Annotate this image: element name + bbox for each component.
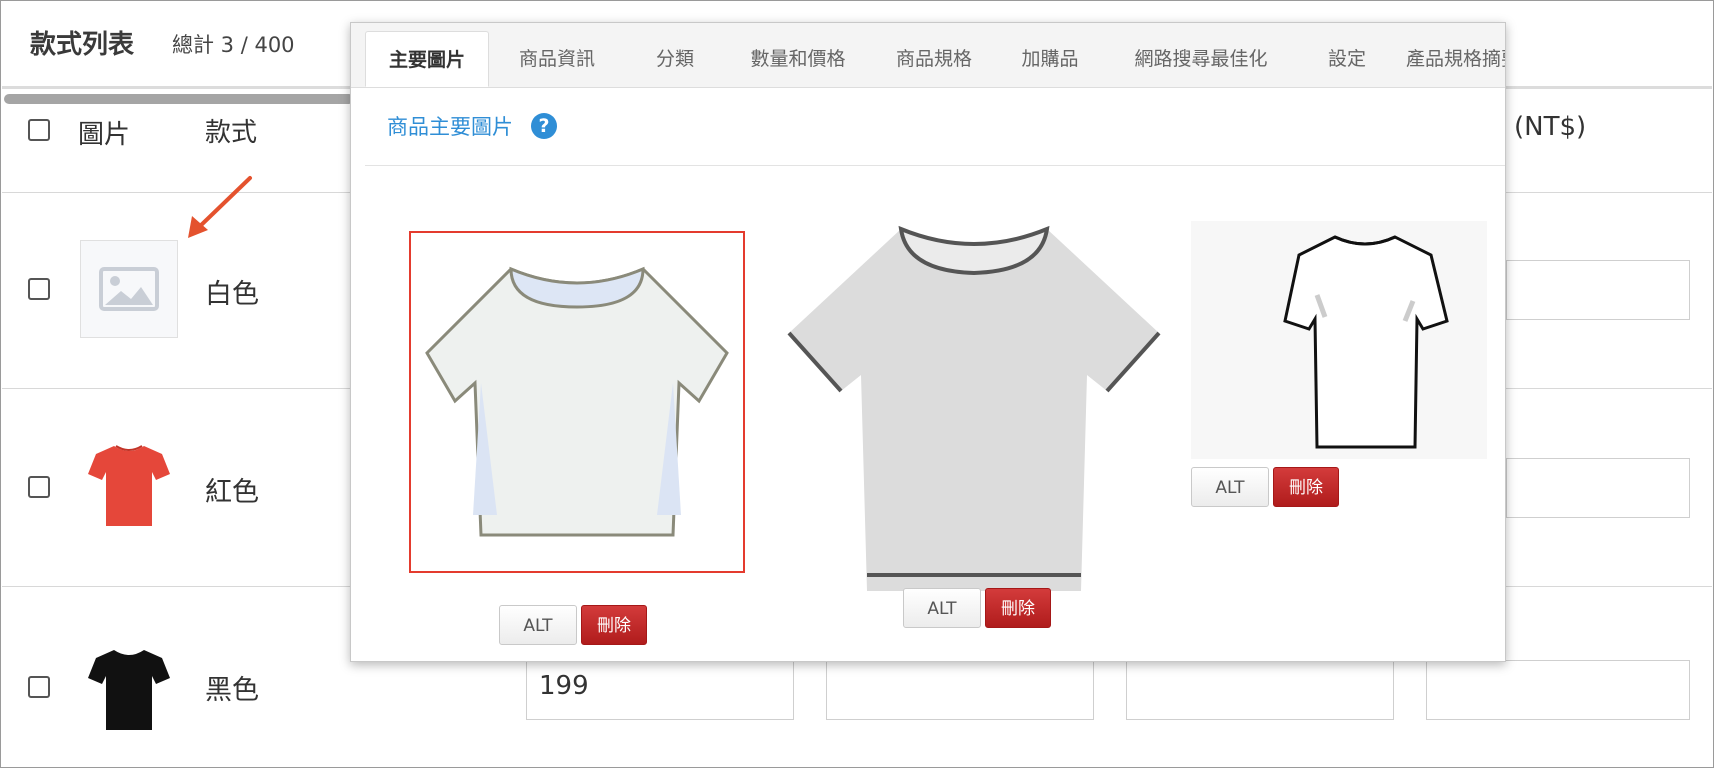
variant-total-count: 總計 3 / 400 <box>172 33 295 57</box>
price-input[interactable] <box>1506 458 1690 518</box>
delete-button[interactable]: 刪除 <box>581 605 647 645</box>
variant-field-input[interactable] <box>1426 660 1690 720</box>
gray-tshirt <box>787 225 1161 591</box>
horizontal-scrollbar[interactable] <box>4 94 354 104</box>
price-input[interactable] <box>1506 260 1690 320</box>
variant-field-input[interactable] <box>826 660 1094 720</box>
product-edit-dialog: 主要圖片 商品資訊 分類 數量和價格 商品規格 加購品 網路搜尋最佳化 設定 產… <box>350 22 1506 662</box>
image-placeholder-icon <box>99 267 159 311</box>
white-tshirt-outline <box>1283 235 1449 449</box>
red-tshirt-thumbnail[interactable] <box>86 442 172 530</box>
annotation-arrow-icon <box>188 176 252 238</box>
tab-quantity-price[interactable]: 數量和價格 <box>725 31 871 87</box>
tab-settings[interactable]: 設定 <box>1299 31 1395 87</box>
variant-field-input[interactable] <box>1126 660 1394 720</box>
help-icon[interactable]: ? <box>531 113 557 139</box>
delete-button[interactable]: 刪除 <box>1273 467 1339 507</box>
image-card[interactable] <box>1191 221 1487 459</box>
row-checkbox[interactable] <box>28 278 50 300</box>
divider <box>365 165 1505 166</box>
tab-product-info[interactable]: 商品資訊 <box>489 31 625 87</box>
selected-image-card[interactable] <box>409 231 745 573</box>
row-checkbox[interactable] <box>28 476 50 498</box>
variant-list-title: 款式列表 <box>30 30 135 60</box>
tab-specifications[interactable]: 商品規格 <box>871 31 997 87</box>
image-placeholder[interactable] <box>80 240 178 338</box>
alt-button[interactable]: ALT <box>1191 467 1269 507</box>
column-header-image: 圖片 <box>78 120 131 150</box>
alt-button[interactable]: ALT <box>499 605 577 645</box>
variant-price-input[interactable]: 199 <box>526 660 794 720</box>
variant-label: 紅色 <box>205 477 259 508</box>
section-title: 商品主要圖片 <box>387 115 513 139</box>
variant-label: 黑色 <box>205 675 259 706</box>
tab-spec-summary[interactable]: 產品規格摘要 <box>1395 31 1505 87</box>
tab-category[interactable]: 分類 <box>625 31 725 87</box>
light-tshirt-drawing <box>425 266 729 537</box>
select-all-checkbox[interactable] <box>28 119 50 141</box>
tab-main-image[interactable]: 主要圖片 <box>365 31 489 87</box>
delete-button[interactable]: 刪除 <box>985 588 1051 628</box>
tab-add-on[interactable]: 加購品 <box>997 31 1103 87</box>
alt-button[interactable]: ALT <box>903 588 981 628</box>
tab-seo[interactable]: 網路搜尋最佳化 <box>1103 31 1299 87</box>
black-tshirt-thumbnail[interactable] <box>86 646 172 734</box>
image-card[interactable] <box>781 215 1161 595</box>
column-header-price: (NT$) <box>1514 112 1587 142</box>
column-header-variant: 款式 <box>205 118 258 148</box>
row-checkbox[interactable] <box>28 676 50 698</box>
variant-label: 白色 <box>205 279 259 310</box>
tab-bar: 主要圖片 商品資訊 分類 數量和價格 商品規格 加購品 網路搜尋最佳化 設定 產… <box>351 23 1505 88</box>
